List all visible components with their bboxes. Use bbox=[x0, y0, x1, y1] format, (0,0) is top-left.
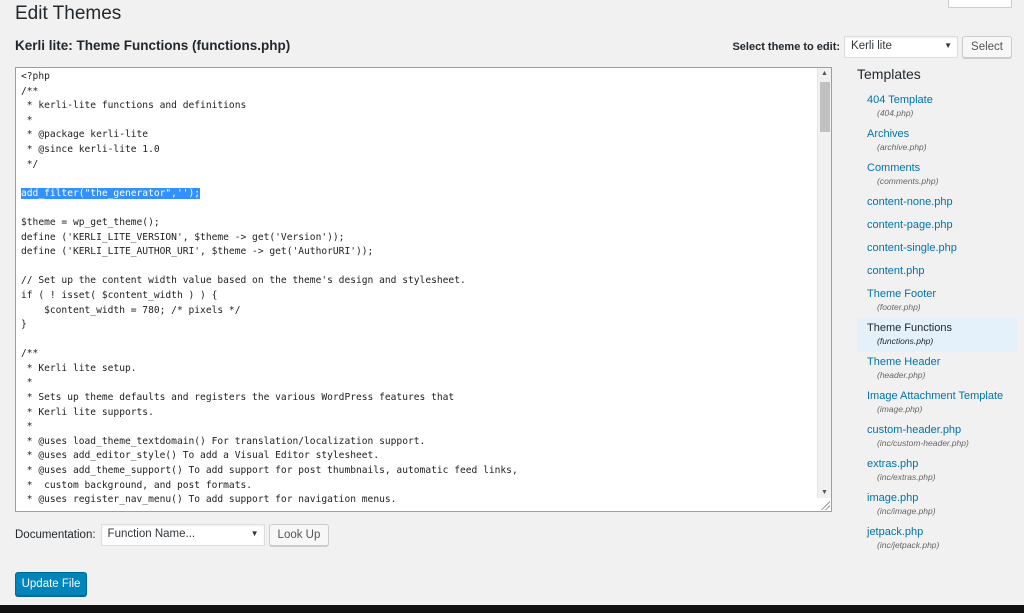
code-line[interactable]: /** bbox=[21, 347, 815, 362]
template-name-link[interactable]: Theme Header bbox=[867, 355, 1007, 369]
function-name-dropdown[interactable]: Function Name... ▼ bbox=[100, 524, 265, 546]
template-filename: (inc/jetpack.php) bbox=[877, 540, 940, 550]
look-up-button[interactable]: Look Up bbox=[268, 524, 330, 546]
file-title: Kerli lite: Theme Functions (functions.p… bbox=[15, 38, 291, 53]
template-item[interactable]: Theme Footer (footer.php) bbox=[857, 284, 1017, 318]
code-line[interactable]: * custom background, and post formats. bbox=[21, 479, 815, 494]
template-filename: (404.php) bbox=[877, 108, 914, 118]
code-line[interactable] bbox=[21, 333, 815, 348]
template-name-link[interactable]: Comments bbox=[867, 161, 1007, 175]
template-filename: (inc/custom-header.php) bbox=[877, 438, 969, 448]
template-item[interactable]: content-none.php bbox=[857, 192, 1017, 215]
template-item[interactable]: extras.php (inc/extras.php) bbox=[857, 454, 1017, 488]
template-filename: (functions.php) bbox=[877, 336, 934, 346]
taskbar bbox=[0, 605, 1024, 613]
template-item[interactable]: content.php bbox=[857, 261, 1017, 284]
code-line[interactable]: add_filter("the_generator",''); bbox=[21, 187, 815, 202]
templates-list: 404 Template (404.php) Archives (archive.ph… bbox=[857, 90, 1017, 556]
template-item[interactable]: Theme Functions (functions.php) bbox=[857, 318, 1017, 352]
template-item[interactable]: jetpack.php (inc/jetpack.php) bbox=[857, 522, 1017, 556]
template-item[interactable]: image.php (inc/image.php) bbox=[857, 488, 1017, 522]
template-name-link[interactable]: Image Attachment Template bbox=[867, 389, 1007, 403]
template-filename: (archive.php) bbox=[877, 142, 927, 152]
code-line[interactable]: * @uses load_theme_textdomain() For tran… bbox=[21, 435, 815, 450]
scroll-up-icon[interactable]: ▲ bbox=[821, 70, 828, 77]
select-theme-button[interactable]: Select bbox=[962, 36, 1012, 58]
template-name-link[interactable]: custom-header.php bbox=[867, 423, 1007, 437]
code-line[interactable]: * Kerli lite supports. bbox=[21, 406, 815, 421]
template-name-link[interactable]: content-single.php bbox=[867, 241, 1007, 255]
code-line[interactable]: * @uses add_editor_style() To add a Visu… bbox=[21, 449, 815, 464]
resize-grip-icon[interactable] bbox=[820, 500, 830, 510]
function-name-value: Function Name... bbox=[107, 528, 196, 540]
template-filename: (image.php) bbox=[877, 404, 923, 414]
documentation-row: Documentation: Function Name... ▼ Look U… bbox=[15, 524, 330, 546]
template-name-link[interactable]: content.php bbox=[867, 264, 1007, 278]
code-content[interactable]: <?php/** * kerli-lite functions and defi… bbox=[21, 70, 815, 508]
template-item[interactable]: 404 Template (404.php) bbox=[857, 90, 1017, 124]
template-item[interactable]: content-single.php bbox=[857, 238, 1017, 261]
chevron-down-icon: ▼ bbox=[944, 41, 953, 50]
code-line[interactable]: */ bbox=[21, 158, 815, 173]
template-filename: (inc/image.php) bbox=[877, 506, 936, 516]
theme-select-value: Kerli lite bbox=[851, 40, 892, 52]
update-file-button[interactable]: Update File bbox=[15, 572, 87, 596]
template-item[interactable]: content-page.php bbox=[857, 215, 1017, 238]
code-line[interactable]: * bbox=[21, 376, 815, 391]
code-line[interactable]: } bbox=[21, 318, 815, 333]
chevron-down-icon: ▼ bbox=[250, 529, 259, 538]
code-editor[interactable]: <?php/** * kerli-lite functions and defi… bbox=[15, 67, 832, 512]
scroll-down-icon[interactable]: ▼ bbox=[821, 489, 828, 496]
template-name-link[interactable]: Archives bbox=[867, 127, 1007, 141]
template-name-link[interactable]: Theme Functions bbox=[867, 321, 1007, 335]
code-line[interactable]: define ('KERLI_LITE_AUTHOR_URI', $theme … bbox=[21, 245, 815, 260]
code-line[interactable] bbox=[21, 260, 815, 275]
code-line[interactable]: * @since kerli-lite 1.0 bbox=[21, 143, 815, 158]
template-name-link[interactable]: content-none.php bbox=[867, 195, 1007, 209]
code-line[interactable]: * @uses add_theme_support() To add suppo… bbox=[21, 464, 815, 479]
template-name-link[interactable]: content-page.php bbox=[867, 218, 1007, 232]
template-filename: (header.php) bbox=[877, 370, 926, 380]
theme-select-label: Select theme to edit: bbox=[732, 41, 841, 53]
theme-selector: Select theme to edit: Kerli lite ▼ Selec… bbox=[732, 36, 1012, 58]
templates-sidebar: Templates 404 Template (404.php) Archives(… bbox=[857, 66, 1017, 556]
template-name-link[interactable]: jetpack.php bbox=[867, 525, 1007, 539]
page-title: Edit Themes bbox=[15, 3, 122, 24]
code-line[interactable]: /** bbox=[21, 85, 815, 100]
template-filename: (comments.php) bbox=[877, 176, 939, 186]
theme-select-dropdown[interactable]: Kerli lite ▼ bbox=[844, 36, 959, 58]
code-line[interactable]: * @package kerli-lite bbox=[21, 128, 815, 143]
code-line[interactable] bbox=[21, 201, 815, 216]
code-line[interactable] bbox=[21, 172, 815, 187]
code-line[interactable]: * Sets up theme defaults and registers t… bbox=[21, 391, 815, 406]
template-name-link[interactable]: extras.php bbox=[867, 457, 1007, 471]
template-name-link[interactable]: 404 Template bbox=[867, 93, 1007, 107]
template-item[interactable]: Archives (archive.php) bbox=[857, 124, 1017, 158]
template-filename: (footer.php) bbox=[877, 302, 921, 312]
code-line[interactable]: <?php bbox=[21, 70, 815, 85]
code-line[interactable]: * bbox=[21, 420, 815, 435]
code-line[interactable]: $content_width = 780; /* pixels */ bbox=[21, 304, 815, 319]
code-line[interactable]: * Kerli lite setup. bbox=[21, 362, 815, 377]
editor-scrollbar[interactable]: ▲ ▼ bbox=[817, 68, 831, 498]
code-line[interactable]: * kerli-lite functions and definitions bbox=[21, 99, 815, 114]
code-line[interactable]: $theme = wp_get_theme(); bbox=[21, 216, 815, 231]
documentation-label: Documentation: bbox=[15, 529, 96, 541]
templates-heading: Templates bbox=[857, 66, 921, 82]
template-item[interactable]: custom-header.php (inc/custom-header.php) bbox=[857, 420, 1017, 454]
code-line[interactable]: // Set up the content width value based … bbox=[21, 274, 815, 289]
code-line[interactable]: define ('KERLI_LITE_VERSION', $theme -> … bbox=[21, 231, 815, 246]
scroll-thumb[interactable] bbox=[820, 82, 830, 132]
template-item[interactable]: Comments (comments.php) bbox=[857, 158, 1017, 192]
template-item[interactable]: Image Attachment Template (image.php) bbox=[857, 386, 1017, 420]
template-filename: (inc/extras.php) bbox=[877, 472, 936, 482]
template-name-link[interactable]: image.php bbox=[867, 491, 1007, 505]
template-item[interactable]: Theme Header (header.php) bbox=[857, 352, 1017, 386]
code-line[interactable]: * @uses register_nav_menu() To add suppo… bbox=[21, 493, 815, 508]
help-tab[interactable] bbox=[948, 0, 1012, 8]
code-line[interactable]: * bbox=[21, 114, 815, 129]
code-line[interactable]: if ( ! isset( $content_width ) ) { bbox=[21, 289, 815, 304]
selected-code[interactable]: add_filter("the_generator",''); bbox=[21, 187, 201, 199]
template-name-link[interactable]: Theme Footer bbox=[867, 287, 1007, 301]
